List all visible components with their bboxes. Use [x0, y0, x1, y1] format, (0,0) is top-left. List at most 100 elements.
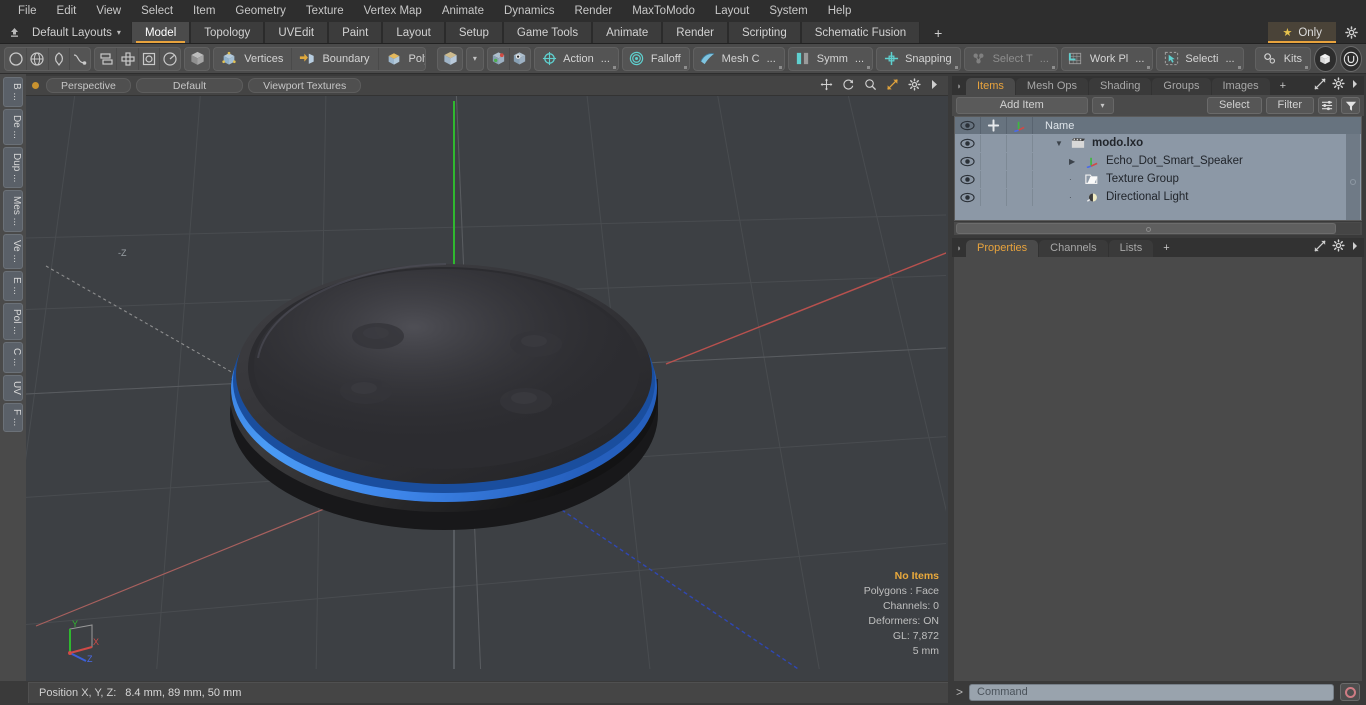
- tool-action-button[interactable]: Action...: [534, 46, 619, 71]
- layout-tab-animate[interactable]: Animate: [592, 22, 663, 43]
- selection-mode-polygons[interactable]: Polygons: [377, 47, 426, 70]
- globe-icon[interactable]: [26, 47, 47, 70]
- items-tree-scrollbar[interactable]: [1346, 134, 1360, 220]
- modo-badge-icon[interactable]: [1314, 45, 1337, 72]
- selection-mode-boundary[interactable]: Boundary: [291, 47, 378, 70]
- expander-closed-icon[interactable]: ▶: [1069, 157, 1081, 166]
- eye-icon[interactable]: [955, 188, 981, 206]
- left-tab-1[interactable]: De ...: [3, 108, 23, 145]
- left-tab-8[interactable]: UV: [3, 374, 23, 401]
- eye-icon[interactable]: [955, 152, 981, 170]
- viewport-textures-button[interactable]: Viewport Textures: [248, 78, 362, 93]
- panel-tab-lists[interactable]: Lists: [1108, 240, 1154, 257]
- 3d-viewport[interactable]: -Z No Items Polygons: Face Channels: 0 …: [26, 96, 948, 681]
- layout-tab-scripting[interactable]: Scripting: [727, 22, 801, 43]
- tool-select-t-button[interactable]: Select T...: [963, 46, 1058, 71]
- expand-icon[interactable]: [1314, 77, 1326, 93]
- tool-symm-button[interactable]: Symm...: [787, 46, 874, 71]
- menu-item-select[interactable]: Select: [131, 0, 183, 22]
- panel-tab-groups[interactable]: Groups: [1152, 78, 1211, 95]
- home-arrow-icon[interactable]: [0, 22, 28, 43]
- items-tree-row[interactable]: ▼ modo.lxo: [955, 134, 1361, 152]
- list-options-icon[interactable]: [1318, 97, 1337, 114]
- layout-tab-schematic-fusion[interactable]: Schematic Fusion: [800, 22, 921, 43]
- add-layout-tab-button[interactable]: +: [920, 22, 957, 43]
- menu-item-edit[interactable]: Edit: [47, 0, 87, 22]
- lock-cell[interactable]: [981, 134, 1007, 152]
- panel-tab-mesh-ops[interactable]: Mesh Ops: [1015, 78, 1089, 95]
- items-tree-row[interactable]: · Directional Light: [955, 188, 1361, 206]
- unreal-badge-icon[interactable]: [1339, 45, 1362, 72]
- items-tree-hscrollbar[interactable]: [954, 222, 1362, 235]
- items-tree-row[interactable]: ▶ Echo_Dot_Smart_Speaker: [955, 152, 1361, 170]
- hscroll-thumb[interactable]: [956, 223, 1336, 234]
- menu-item-layout[interactable]: Layout: [705, 0, 760, 22]
- pen-icon[interactable]: [47, 47, 69, 70]
- layout-tab-paint[interactable]: Paint: [328, 22, 383, 43]
- panel-menu-dot-icon[interactable]: ◗: [952, 238, 966, 257]
- tool-falloff-button[interactable]: Falloff: [621, 46, 690, 71]
- tool-snapping-button[interactable]: Snapping: [876, 46, 961, 71]
- command-input[interactable]: Command: [969, 683, 1334, 701]
- expander-open-icon[interactable]: ▼: [1055, 139, 1067, 148]
- fit-icon[interactable]: [886, 78, 899, 94]
- select-button[interactable]: Select: [1206, 97, 1262, 114]
- layout-tab-layout[interactable]: Layout: [382, 22, 445, 43]
- viewport-perspective-button[interactable]: Perspective: [46, 78, 131, 93]
- menu-item-view[interactable]: View: [86, 0, 131, 22]
- panel-tab-channels[interactable]: Channels: [1039, 240, 1108, 257]
- add-panel-tab-button[interactable]: +: [1271, 78, 1295, 95]
- panel-tab-items[interactable]: Items: [966, 78, 1015, 95]
- item-mode-dropdown[interactable]: ▾: [466, 46, 484, 71]
- curve-icon[interactable]: [68, 47, 90, 70]
- rotate-icon[interactable]: [842, 78, 855, 94]
- left-tab-7[interactable]: C ...: [3, 342, 23, 373]
- left-tab-0[interactable]: B ...: [3, 77, 23, 107]
- chevron-right-icon[interactable]: [1351, 241, 1359, 254]
- layout-tab-model[interactable]: Model: [130, 22, 191, 43]
- expand-icon[interactable]: [1314, 239, 1326, 255]
- add-item-button[interactable]: Add Item: [956, 97, 1088, 114]
- add-item-dropdown[interactable]: ▾: [1091, 97, 1114, 114]
- zoom-icon[interactable]: [864, 78, 877, 94]
- gear-icon[interactable]: [908, 77, 921, 94]
- left-tab-2[interactable]: Dup ...: [3, 146, 23, 189]
- menu-item-animate[interactable]: Animate: [432, 0, 494, 22]
- left-tab-5[interactable]: E ...: [3, 270, 23, 301]
- menu-item-item[interactable]: Item: [183, 0, 225, 22]
- snap-a-icon[interactable]: [488, 48, 509, 70]
- lock-cell[interactable]: [981, 170, 1007, 188]
- layout-tab-game-tools[interactable]: Game Tools: [502, 22, 593, 43]
- items-tree-row[interactable]: · Texture Group: [955, 170, 1361, 188]
- only-toggle-button[interactable]: ★ Only: [1268, 22, 1336, 43]
- add-properties-tab-button[interactable]: +: [1154, 240, 1178, 257]
- gear-icon[interactable]: [1336, 22, 1366, 43]
- align-icon[interactable]: [95, 48, 116, 70]
- cube-icon[interactable]: [184, 46, 211, 71]
- chevron-right-icon[interactable]: [1351, 79, 1359, 92]
- menu-item-system[interactable]: System: [759, 0, 817, 22]
- record-icon[interactable]: [1340, 683, 1360, 701]
- transform-cell[interactable]: [1007, 170, 1033, 188]
- pan-icon[interactable]: [820, 78, 833, 94]
- gear-icon[interactable]: [1332, 239, 1345, 255]
- layout-tab-uvedit[interactable]: UVEdit: [264, 22, 329, 43]
- layout-tab-render[interactable]: Render: [662, 22, 728, 43]
- menu-item-geometry[interactable]: Geometry: [225, 0, 296, 22]
- menu-item-maxtomodo[interactable]: MaxToModo: [622, 0, 705, 22]
- item-cube-icon[interactable]: [437, 46, 464, 71]
- filter-button[interactable]: Filter: [1265, 97, 1314, 114]
- eye-icon[interactable]: [955, 134, 981, 152]
- viewport-shading-button[interactable]: Default: [135, 78, 244, 93]
- frame-icon[interactable]: [137, 47, 159, 70]
- tool-selecti-button[interactable]: Selecti...: [1156, 46, 1244, 71]
- panel-tab-images[interactable]: Images: [1211, 78, 1270, 95]
- menu-item-file[interactable]: File: [8, 0, 47, 22]
- transform-cell[interactable]: [1007, 188, 1033, 206]
- funnel-icon[interactable]: [1341, 97, 1360, 114]
- snap-b-icon[interactable]: [508, 47, 530, 70]
- eye-icon[interactable]: [955, 170, 981, 188]
- lock-cell[interactable]: [981, 188, 1007, 206]
- panel-tab-shading[interactable]: Shading: [1089, 78, 1152, 95]
- left-tab-9[interactable]: F ...: [3, 402, 23, 432]
